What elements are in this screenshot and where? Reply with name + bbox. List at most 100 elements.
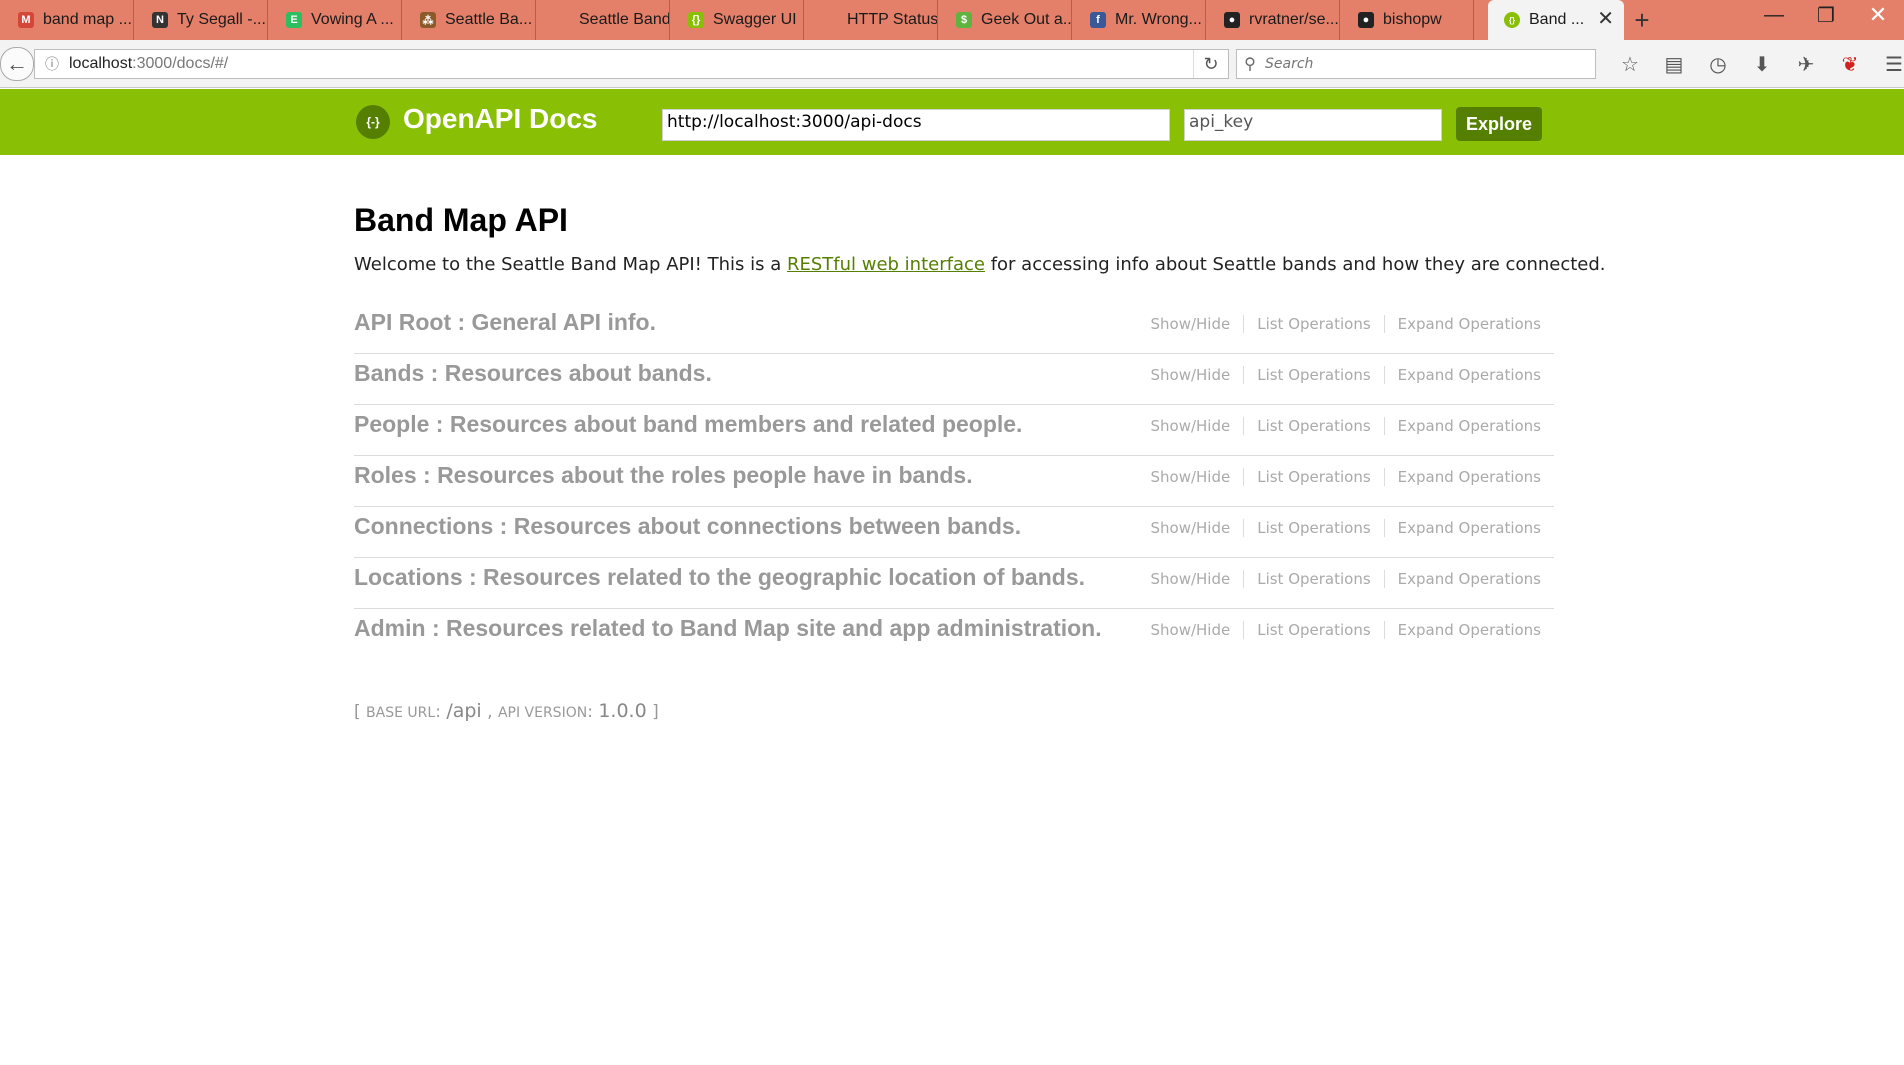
download-icon[interactable]: ⬇: [1740, 49, 1784, 79]
browser-tab[interactable]: E Vowing A ...: [268, 0, 402, 40]
explore-button[interactable]: Explore: [1456, 107, 1542, 141]
tab-label: Seattle Band ...: [579, 11, 669, 28]
url-path: :3000/docs/#/: [132, 55, 229, 72]
navigation-bar: ← ⓘ localhost:3000/docs/#/ ↻ ⚲ ☆ ▤ ◷ ⬇ ✈…: [0, 40, 1904, 88]
window-controls: — ❐ ✕: [1748, 0, 1904, 40]
expand-operations-link[interactable]: Expand Operations: [1385, 570, 1554, 588]
expand-operations-link[interactable]: Expand Operations: [1385, 366, 1554, 384]
toolbar-icons: ☆ ▤ ◷ ⬇ ✈ ❦ ☰: [1608, 49, 1904, 79]
browser-tab[interactable]: f Mr. Wrong...: [1072, 0, 1206, 40]
swagger-icon: {}: [1504, 12, 1520, 28]
browser-tab[interactable]: {} Swagger UI: [670, 0, 804, 40]
reading-list-icon[interactable]: ▤: [1652, 49, 1696, 79]
search-input[interactable]: [1263, 55, 1567, 73]
github-icon: ●: [1224, 12, 1240, 28]
browser-tab[interactable]: ⁂ Seattle Ba...: [402, 0, 536, 40]
extension-icon[interactable]: ✈: [1784, 49, 1828, 79]
show-hide-link[interactable]: Show/Hide: [1137, 468, 1245, 486]
search-icon: ⚲: [1244, 56, 1256, 73]
minimize-button[interactable]: —: [1748, 0, 1800, 30]
new-tab-button[interactable]: +: [1624, 0, 1660, 40]
resource-title-link[interactable]: Locations : Resources related to the geo…: [354, 558, 1085, 591]
logo-title[interactable]: OpenAPI Docs: [403, 103, 597, 135]
show-hide-link[interactable]: Show/Hide: [1137, 519, 1245, 537]
browser-tab[interactable]: Mband map ...: [0, 0, 134, 40]
resource-title-link[interactable]: Admin : Resources related to Band Map si…: [354, 609, 1102, 642]
resource-title-link[interactable]: Connections : Resources about connection…: [354, 507, 1021, 540]
resource-row: Bands : Resources about bands. Show/Hide L…: [354, 354, 1554, 405]
list-operations-link[interactable]: List Operations: [1244, 366, 1385, 384]
resource-row: Roles : Resources about the roles people…: [354, 456, 1554, 507]
api-description: Welcome to the Seattle Band Map API! Thi…: [354, 253, 1606, 277]
api-version-label: API Version: [497, 705, 588, 721]
close-window-button[interactable]: ✕: [1852, 0, 1904, 30]
show-hide-link[interactable]: Show/Hide: [1137, 366, 1245, 384]
url-text[interactable]: localhost:3000/docs/#/: [69, 55, 1193, 73]
spec-url-input[interactable]: http://localhost:3000/api-docs: [662, 109, 1170, 141]
maximize-button[interactable]: ❐: [1800, 0, 1852, 30]
list-operations-link[interactable]: List Operations: [1244, 417, 1385, 435]
menu-icon[interactable]: ☰: [1872, 49, 1904, 79]
search-bar[interactable]: ⚲: [1236, 49, 1596, 79]
back-button[interactable]: ←: [0, 47, 34, 81]
pdf-icon[interactable]: ❦: [1828, 49, 1872, 79]
tab-active[interactable]: {} Band ... ✕: [1488, 0, 1624, 40]
expand-operations-link[interactable]: Expand Operations: [1385, 519, 1554, 537]
expand-operations-link[interactable]: Expand Operations: [1385, 468, 1554, 486]
browser-tab[interactable]: Seattle Band ...: [536, 0, 670, 40]
tab-label: Geek Out a...: [981, 11, 1071, 28]
url-host: localhost: [69, 55, 133, 72]
show-hide-link[interactable]: Show/Hide: [1137, 621, 1245, 639]
base-url-label: Base URL: [366, 705, 436, 721]
browser-tab[interactable]: HTTP Status C...: [804, 0, 938, 40]
tab-label: HTTP Status C...: [847, 11, 937, 28]
resource-operations: Show/Hide List Operations Expand Operation…: [1137, 558, 1554, 588]
resource-title-link[interactable]: API Root : General API info.: [354, 303, 656, 336]
description-text-end: for accessing info about Seattle bands a…: [984, 254, 1606, 275]
browser-tab[interactable]: ● rvratner/se...: [1206, 0, 1340, 40]
bookmark-star-icon[interactable]: ☆: [1608, 49, 1652, 79]
browser-tab[interactable]: $ Geek Out a...: [938, 0, 1072, 40]
back-arrow-icon: ←: [6, 51, 28, 76]
info-icon[interactable]: ⓘ: [39, 54, 65, 74]
history-clock-icon[interactable]: ◷: [1696, 49, 1740, 79]
list-operations-link[interactable]: List Operations: [1244, 519, 1385, 537]
swagger-icon: {}: [688, 12, 704, 28]
list-operations-link[interactable]: List Operations: [1244, 570, 1385, 588]
address-bar[interactable]: ⓘ localhost:3000/docs/#/ ↻: [34, 49, 1229, 79]
reload-icon[interactable]: ↻: [1193, 50, 1228, 78]
blank-page-icon: [822, 12, 838, 28]
resource-operations: Show/Hide List Operations Expand Operation…: [1137, 354, 1554, 384]
expand-operations-link[interactable]: Expand Operations: [1385, 315, 1554, 333]
blank-page-icon: [554, 12, 570, 28]
tab-label: Swagger UI: [713, 11, 797, 28]
swagger-header: {-} OpenAPI Docs http://localhost:3000/a…: [0, 89, 1904, 155]
resource-list: API Root : General API info. Show/Hide Lis…: [354, 303, 1554, 660]
resource-title-link[interactable]: Bands : Resources about bands.: [354, 354, 712, 387]
swagger-logo-icon[interactable]: {-}: [356, 105, 390, 139]
show-hide-link[interactable]: Show/Hide: [1137, 417, 1245, 435]
resource-row: Connections : Resources about connection…: [354, 507, 1554, 558]
base-url-value: /api: [446, 700, 482, 722]
expand-operations-link[interactable]: Expand Operations: [1385, 621, 1554, 639]
resource-title-link[interactable]: Roles : Resources about the roles people…: [354, 456, 973, 489]
browser-tab-strip: Mband map ... N Ty Segall -... E Vowing A ..…: [0, 0, 1904, 40]
active-tab-label: Band ...: [1529, 11, 1585, 28]
tab-label: Seattle Ba...: [445, 11, 533, 28]
browser-tab[interactable]: N Ty Segall -...: [134, 0, 268, 40]
browser-tab[interactable]: ● bishopw: [1340, 0, 1474, 40]
gmail-icon: M: [18, 12, 34, 28]
close-tab-icon[interactable]: ✕: [1597, 9, 1614, 29]
list-operations-link[interactable]: List Operations: [1244, 468, 1385, 486]
list-operations-link[interactable]: List Operations: [1244, 315, 1385, 333]
restful-link[interactable]: RESTful web interface: [787, 254, 985, 275]
tab-label: bishopw: [1383, 11, 1442, 28]
tab-label: Vowing A ...: [311, 11, 394, 28]
show-hide-link[interactable]: Show/Hide: [1137, 315, 1245, 333]
api-key-input[interactable]: api_key: [1184, 109, 1442, 141]
show-hide-link[interactable]: Show/Hide: [1137, 570, 1245, 588]
expand-operations-link[interactable]: Expand Operations: [1385, 417, 1554, 435]
list-operations-link[interactable]: List Operations: [1244, 621, 1385, 639]
resource-row: Locations : Resources related to the geo…: [354, 558, 1554, 609]
resource-title-link[interactable]: People : Resources about band members an…: [354, 405, 1022, 438]
